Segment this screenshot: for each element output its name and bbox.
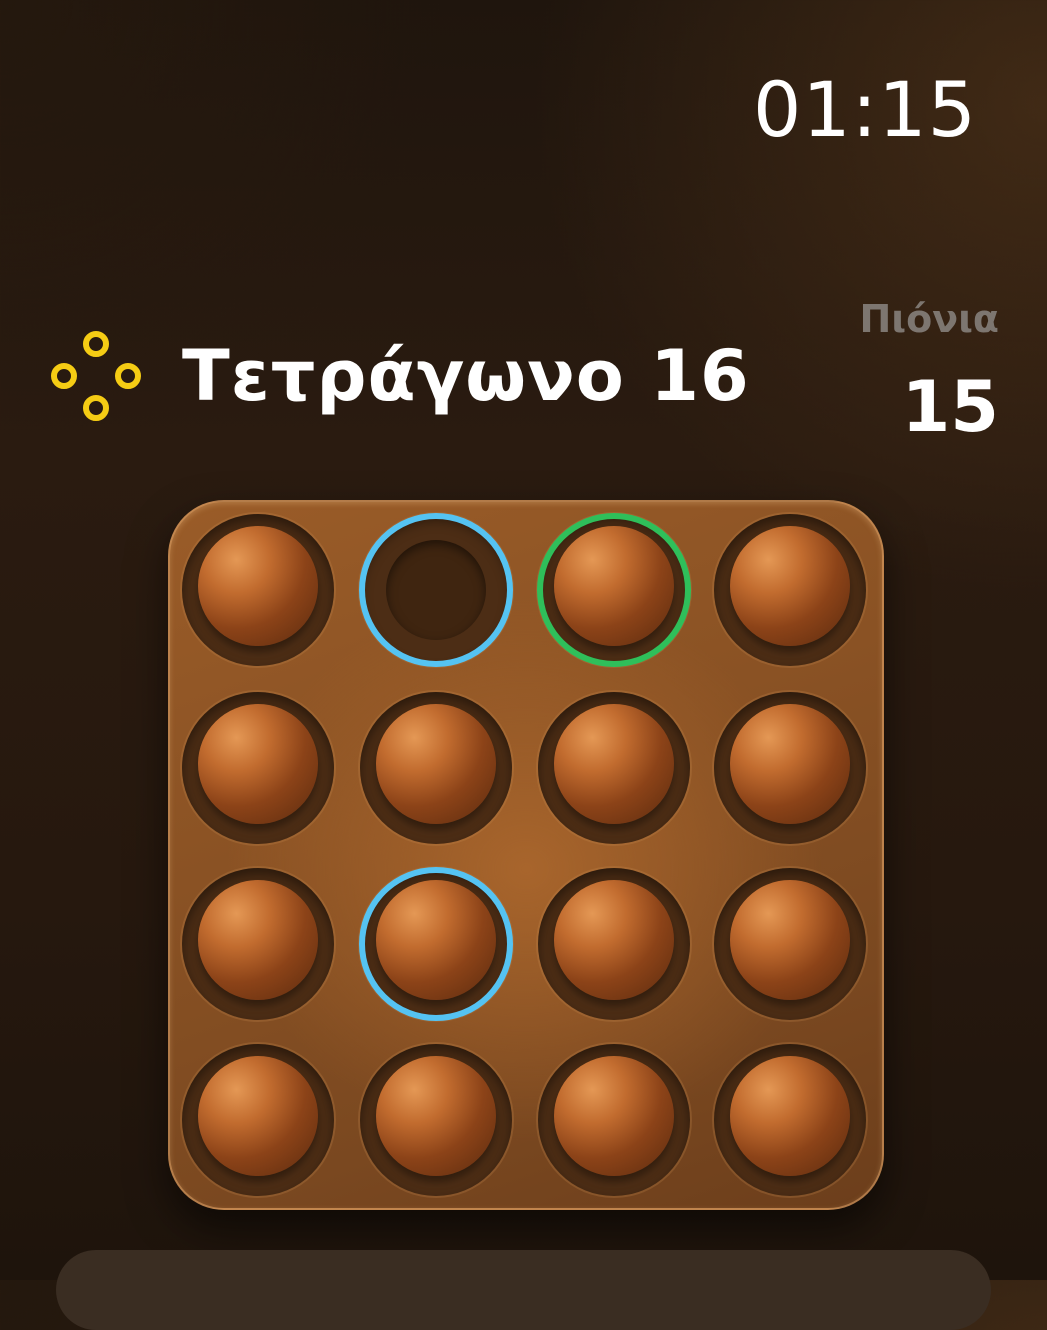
board-hole-r1-c3[interactable] xyxy=(538,514,690,666)
peg[interactable] xyxy=(730,880,850,1000)
four-rings-icon xyxy=(51,331,141,421)
board-hole-r3-c4[interactable] xyxy=(714,868,866,1020)
board-hole-r3-c2[interactable] xyxy=(360,868,512,1020)
board-hole-r4-c1[interactable] xyxy=(182,1044,334,1196)
peg[interactable] xyxy=(376,880,496,1000)
bottom-panel[interactable] xyxy=(56,1250,991,1330)
peg[interactable] xyxy=(198,704,318,824)
board-hole-r1-c1[interactable] xyxy=(182,514,334,666)
board-hole-r1-c2[interactable] xyxy=(360,514,512,666)
board-hole-r2-c4[interactable] xyxy=(714,692,866,844)
pegs-count-value: 15 xyxy=(901,366,999,448)
clock-time: 01:15 xyxy=(752,65,977,154)
board-hole-r3-c3[interactable] xyxy=(538,868,690,1020)
peg[interactable] xyxy=(554,880,674,1000)
peg[interactable] xyxy=(554,704,674,824)
board-hole-r1-c4[interactable] xyxy=(714,514,866,666)
board-hole-r4-c2[interactable] xyxy=(360,1044,512,1196)
pegs-count-label: Πιόνια xyxy=(859,297,999,341)
peg[interactable] xyxy=(198,880,318,1000)
peg[interactable] xyxy=(730,704,850,824)
peg[interactable] xyxy=(376,1056,496,1176)
peg-board xyxy=(168,500,884,1210)
peg[interactable] xyxy=(554,1056,674,1176)
board-hole-r2-c1[interactable] xyxy=(182,692,334,844)
peg[interactable] xyxy=(198,526,318,646)
board-hole-r3-c1[interactable] xyxy=(182,868,334,1020)
peg[interactable] xyxy=(730,526,850,646)
peg[interactable] xyxy=(376,704,496,824)
peg[interactable] xyxy=(198,1056,318,1176)
game-header: Τετράγωνο 16 xyxy=(50,330,750,422)
board-hole-r2-c2[interactable] xyxy=(360,692,512,844)
board-hole-r4-c4[interactable] xyxy=(714,1044,866,1196)
empty-hole xyxy=(386,540,486,640)
board-hole-r4-c3[interactable] xyxy=(538,1044,690,1196)
game-title: Τετράγωνο 16 xyxy=(182,335,750,417)
board-hole-r2-c3[interactable] xyxy=(538,692,690,844)
peg[interactable] xyxy=(730,1056,850,1176)
peg[interactable] xyxy=(554,526,674,646)
